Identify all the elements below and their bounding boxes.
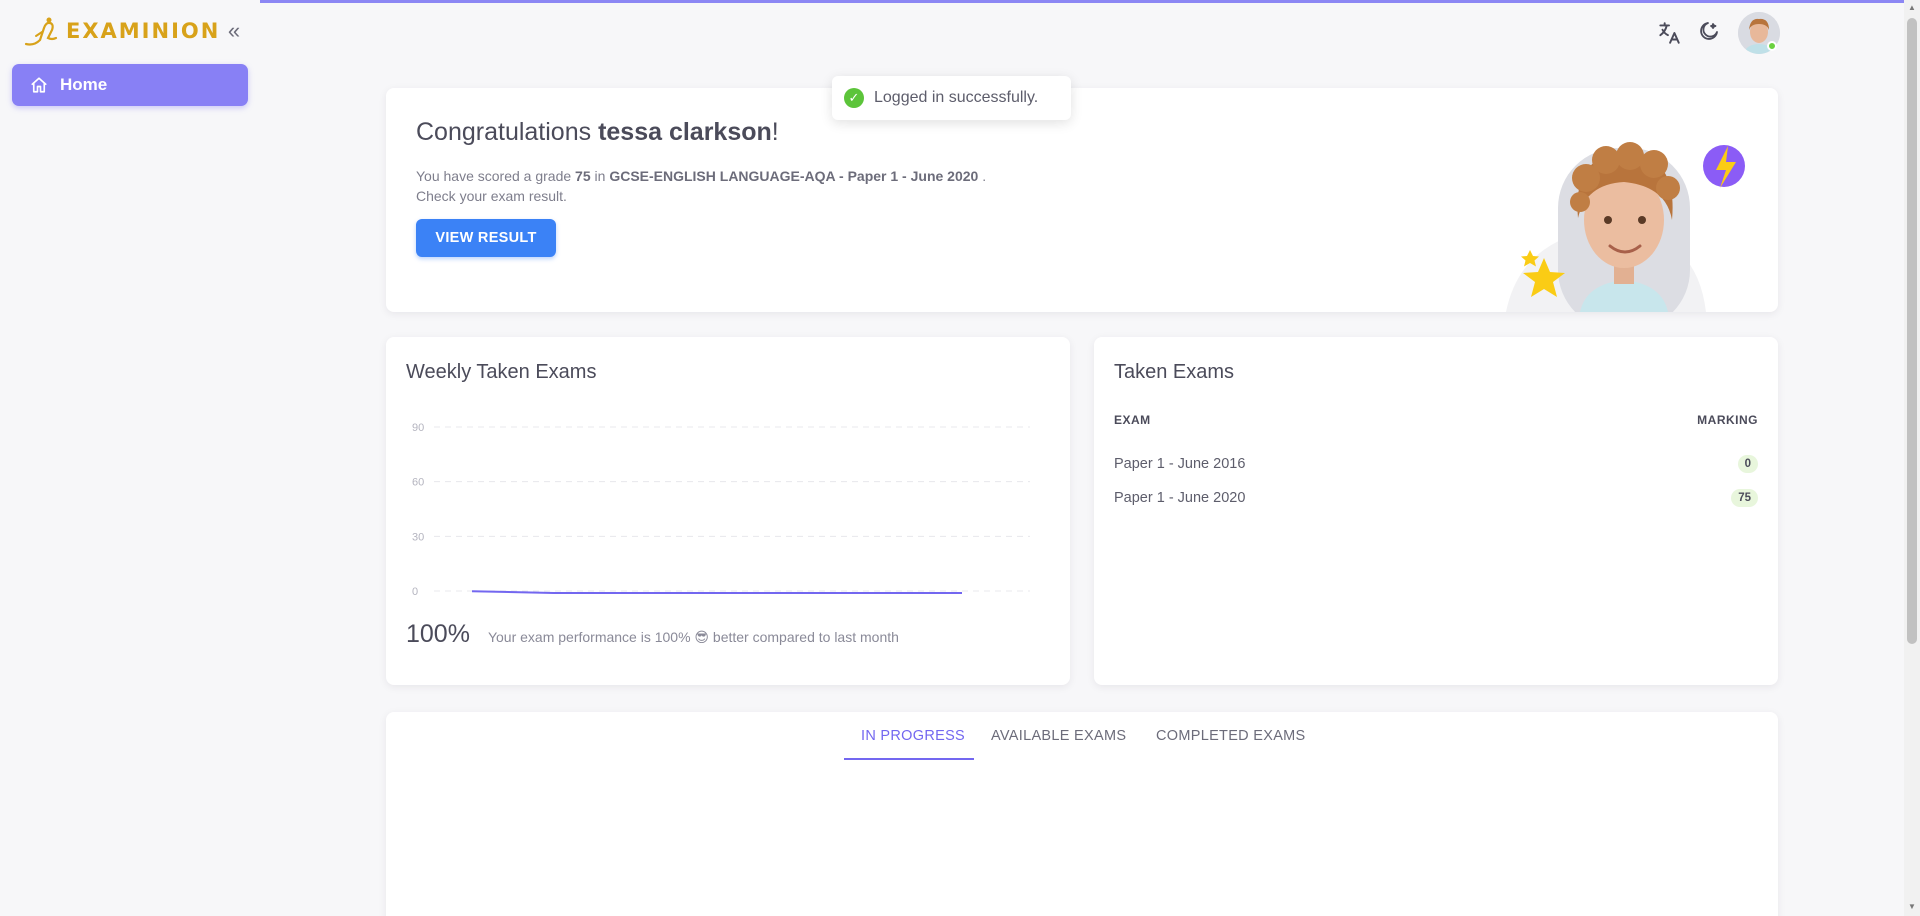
theme-toggle-button[interactable] bbox=[1696, 20, 1724, 48]
moon-stars-icon bbox=[1700, 22, 1718, 40]
scroll-down-arrow-icon[interactable]: ▼ bbox=[1907, 902, 1917, 912]
home-icon bbox=[31, 77, 47, 93]
congrats-heading: Congratulations tessa clarkson! bbox=[416, 118, 779, 146]
column-header-marking: MARKING bbox=[1697, 413, 1758, 427]
performance-summary: 100% Your exam performance is 100% 😎 bet… bbox=[406, 620, 899, 649]
avatar-illustration bbox=[1506, 142, 1745, 312]
y-tick-label: 30 bbox=[412, 531, 424, 543]
exam-cell: Paper 1 - June 2016 bbox=[1114, 456, 1246, 472]
y-tick-label: 0 bbox=[412, 586, 418, 597]
exam-name: GCSE-ENGLISH LANGUAGE-AQA - Paper 1 - Ju… bbox=[609, 168, 979, 184]
user-name: tessa clarkson bbox=[598, 118, 772, 146]
weekly-exams-card: Weekly Taken Exams 0 30 60 90 100% Your exa… bbox=[386, 337, 1070, 685]
translate-icon bbox=[1659, 22, 1680, 44]
y-tick-label: 60 bbox=[412, 477, 424, 489]
y-tick-label: 90 bbox=[412, 422, 424, 434]
table-row: Paper 1 - June 2020 75 bbox=[1114, 483, 1758, 513]
view-result-button[interactable]: VIEW RESULT bbox=[416, 219, 556, 257]
translate-button[interactable] bbox=[1656, 20, 1684, 48]
performance-text: Your exam performance is 100% 😎 better c… bbox=[487, 629, 899, 645]
scrollbar-thumb[interactable] bbox=[1907, 18, 1917, 644]
tab-completed-exams[interactable]: COMPLETED EXAMS bbox=[1156, 728, 1306, 744]
tab-available-exams[interactable]: AVAILABLE EXAMS bbox=[991, 728, 1126, 744]
weekly-line-chart: 0 30 60 90 bbox=[412, 422, 1030, 597]
marking-badge: 0 bbox=[1737, 455, 1758, 473]
tab-in-progress[interactable]: IN PROGRESS bbox=[861, 728, 965, 744]
column-header-exam: EXAM bbox=[1114, 413, 1151, 427]
check-circle-icon: ✓ bbox=[844, 88, 864, 108]
sidebar-item-home[interactable]: Home bbox=[12, 64, 248, 106]
chevrons-left-icon: « bbox=[227, 18, 241, 43]
login-toast: ✓ Logged in successfully. bbox=[832, 76, 1071, 120]
loading-progress-bar bbox=[260, 0, 1904, 3]
congratulations-card: Congratulations tessa clarkson! You have… bbox=[386, 88, 1778, 312]
taken-title: Taken Exams bbox=[1114, 361, 1235, 383]
sidebar: EXAMINION « Home bbox=[0, 0, 260, 916]
toast-message: Logged in successfully. bbox=[874, 89, 1039, 106]
logo-icon bbox=[24, 17, 58, 46]
sidebar-item-label: Home bbox=[60, 75, 108, 94]
scroll-up-arrow-icon[interactable]: ▲ bbox=[1907, 3, 1917, 13]
congrats-description: You have scored a grade 75 in GCSE-ENGLI… bbox=[416, 168, 987, 204]
exam-cell: Paper 1 - June 2020 bbox=[1114, 490, 1246, 506]
online-status-indicator bbox=[1767, 41, 1777, 51]
marking-badge: 75 bbox=[1731, 489, 1758, 507]
performance-percent: 100% bbox=[406, 620, 470, 648]
table-row: Paper 1 - June 2016 0 bbox=[1114, 449, 1758, 479]
collapse-sidebar-button[interactable]: « bbox=[222, 20, 246, 44]
taken-exams-card: Taken Exams EXAM MARKING Paper 1 - June … bbox=[1094, 337, 1778, 685]
exams-tabs-card: IN PROGRESS AVAILABLE EXAMS COMPLETED EX… bbox=[386, 712, 1778, 916]
app-name: EXAMINION bbox=[66, 19, 221, 43]
grade-value: 75 bbox=[575, 168, 591, 184]
app-logo[interactable]: EXAMINION bbox=[22, 14, 220, 48]
weekly-title: Weekly Taken Exams bbox=[406, 361, 597, 383]
active-tab-indicator bbox=[844, 758, 974, 760]
